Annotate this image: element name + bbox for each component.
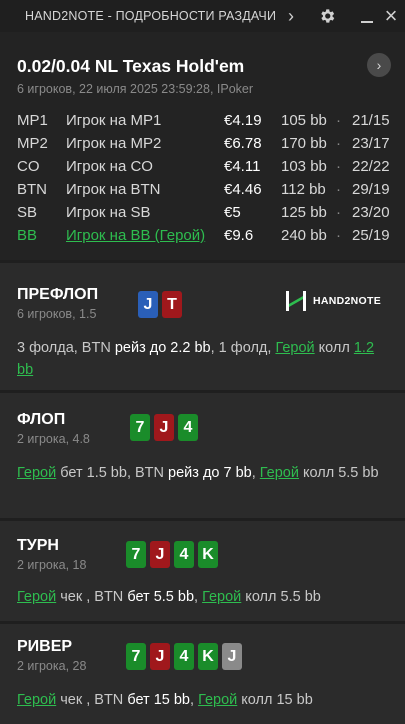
player-stats: 23/17 (352, 135, 390, 152)
section-divider (0, 390, 405, 393)
card: K (198, 643, 218, 670)
player-row[interactable]: MP2 Игрок на MP2 €6.78 170 bb · 23/17 (0, 135, 405, 158)
card: J (222, 643, 242, 670)
card: J (138, 291, 158, 318)
player-stack-bb: 240 bb (281, 227, 327, 244)
section-divider (0, 518, 405, 521)
card: J (154, 414, 174, 441)
river-board-cards: 7 J 4 K J (126, 643, 242, 670)
player-position: BB (17, 227, 38, 244)
flop-actions: Герой бет 1.5 bb, BTN рейз до 7 bb, Геро… (17, 465, 379, 481)
card: 7 (126, 541, 146, 568)
player-stack: €4.46 (224, 181, 262, 198)
preflop-actions: 3 фолда, BTN рейз до 2.2 bb, 1 фолд, Гер… (17, 340, 375, 378)
game-details: 6 игроков, 22 июля 2025 23:59:28, IPoker (17, 82, 254, 96)
card: 7 (126, 643, 146, 670)
street-title-river: РИВЕР (17, 638, 73, 655)
separator-dot: · (336, 158, 341, 175)
card: 4 (178, 414, 198, 441)
player-stack: €4.19 (224, 112, 262, 129)
street-title-preflop: ПРЕФЛОП (17, 286, 99, 303)
minimize-button[interactable] (358, 0, 376, 32)
separator-dot: · (336, 204, 341, 221)
hand2note-logo-text: HAND2NOTE (313, 295, 382, 307)
card: T (162, 291, 182, 318)
preflop-hole-cards: J T (138, 291, 182, 318)
hero-player-row[interactable]: BB Игрок на BB (Герой) €9.6 240 bb · 25/… (0, 227, 405, 250)
player-position: MP1 (17, 112, 48, 129)
separator-dot: · (336, 181, 341, 198)
hero-link[interactable]: Герой (17, 589, 56, 605)
close-button[interactable]: × (382, 0, 400, 32)
player-stats: 23/20 (352, 204, 390, 221)
player-stats: 22/22 (352, 158, 390, 175)
player-position: CO (17, 158, 40, 175)
player-stack: €6.78 (224, 135, 262, 152)
separator-dot: · (336, 135, 341, 152)
player-stack-bb: 170 bb (281, 135, 327, 152)
separator-dot: · (336, 112, 341, 129)
player-stack: €9.6 (224, 227, 254, 244)
gear-icon[interactable] (316, 0, 338, 32)
street-info-river: 2 игрока, 28 (17, 659, 87, 673)
player-row[interactable]: MP1 Игрок на MP1 €4.19 105 bb · 21/15 (0, 112, 405, 135)
turn-board-cards: 7 J 4 K (126, 541, 218, 568)
player-stats: 21/15 (352, 112, 390, 129)
player-name[interactable]: Игрок на MP1 (66, 112, 206, 129)
chevron-right-icon: › (376, 57, 382, 73)
player-name[interactable]: Игрок на BTN (66, 181, 206, 198)
hero-link[interactable]: Герой (275, 340, 314, 356)
player-name[interactable]: Игрок на SB (66, 204, 206, 221)
player-position: MP2 (17, 135, 48, 152)
chevron-right-icon[interactable]: › (282, 0, 300, 32)
player-stats: 29/19 (352, 181, 390, 198)
player-row[interactable]: BTN Игрок на BTN €4.46 112 bb · 29/19 (0, 181, 405, 204)
title-bar: HAND2NOTE - ПОДРОБНОСТИ РАЗДАЧИ › × (0, 0, 405, 32)
card: J (150, 541, 170, 568)
hero-link[interactable]: Герой (260, 465, 299, 481)
section-divider (0, 260, 405, 263)
minimize-icon (361, 21, 373, 23)
hero-link[interactable]: Герой (17, 465, 56, 481)
player-stack: €4.11 (224, 158, 261, 175)
hand-header: 0.02/0.04 NL Texas Hold'em 6 игроков, 22… (0, 32, 405, 260)
player-name[interactable]: Игрок на MP2 (66, 135, 206, 152)
hand2note-logo-icon (286, 291, 306, 311)
player-row[interactable]: SB Игрок на SB €5 125 bb · 23/20 (0, 204, 405, 227)
separator-dot: · (336, 227, 341, 244)
street-info-preflop: 6 игроков, 1.5 (17, 307, 97, 321)
section-divider (0, 621, 405, 624)
card: 4 (174, 643, 194, 670)
hand2note-logo: HAND2NOTE (285, 290, 381, 312)
hero-link[interactable]: Герой (198, 692, 237, 708)
game-title: 0.02/0.04 NL Texas Hold'em (17, 56, 245, 76)
player-stack: €5 (224, 204, 241, 221)
hero-link[interactable]: Герой (202, 589, 241, 605)
player-stack-bb: 103 bb (281, 158, 327, 175)
street-title-turn: ТУРН (17, 537, 59, 554)
card: 7 (130, 414, 150, 441)
player-stack-bb: 105 bb (281, 112, 327, 129)
flop-board-cards: 7 J 4 (130, 414, 198, 441)
player-row[interactable]: CO Игрок на CO €4.11 103 bb · 22/22 (0, 158, 405, 181)
river-actions: Герой чек , BTN бет 15 bb, Герой колл 15… (17, 692, 313, 708)
street-title-flop: ФЛОП (17, 411, 66, 428)
player-stats: 25/19 (352, 227, 390, 244)
card: 4 (174, 541, 194, 568)
player-name[interactable]: Игрок на CO (66, 158, 206, 175)
card: J (150, 643, 170, 670)
street-info-flop: 2 игрока, 4.8 (17, 432, 90, 446)
turn-actions: Герой чек , BTN бет 5.5 bb, Герой колл 5… (17, 589, 321, 605)
window-title: HAND2NOTE - ПОДРОБНОСТИ РАЗДАЧИ (25, 9, 277, 23)
next-hand-button[interactable]: › (367, 53, 391, 77)
street-info-turn: 2 игрока, 18 (17, 558, 87, 572)
hero-name-link[interactable]: Игрок на BB (Герой) (66, 227, 206, 244)
card: K (198, 541, 218, 568)
player-stack-bb: 112 bb (281, 181, 326, 198)
player-stack-bb: 125 bb (281, 204, 327, 221)
player-position: BTN (17, 181, 47, 198)
player-position: SB (17, 204, 38, 221)
hero-link[interactable]: Герой (17, 692, 56, 708)
